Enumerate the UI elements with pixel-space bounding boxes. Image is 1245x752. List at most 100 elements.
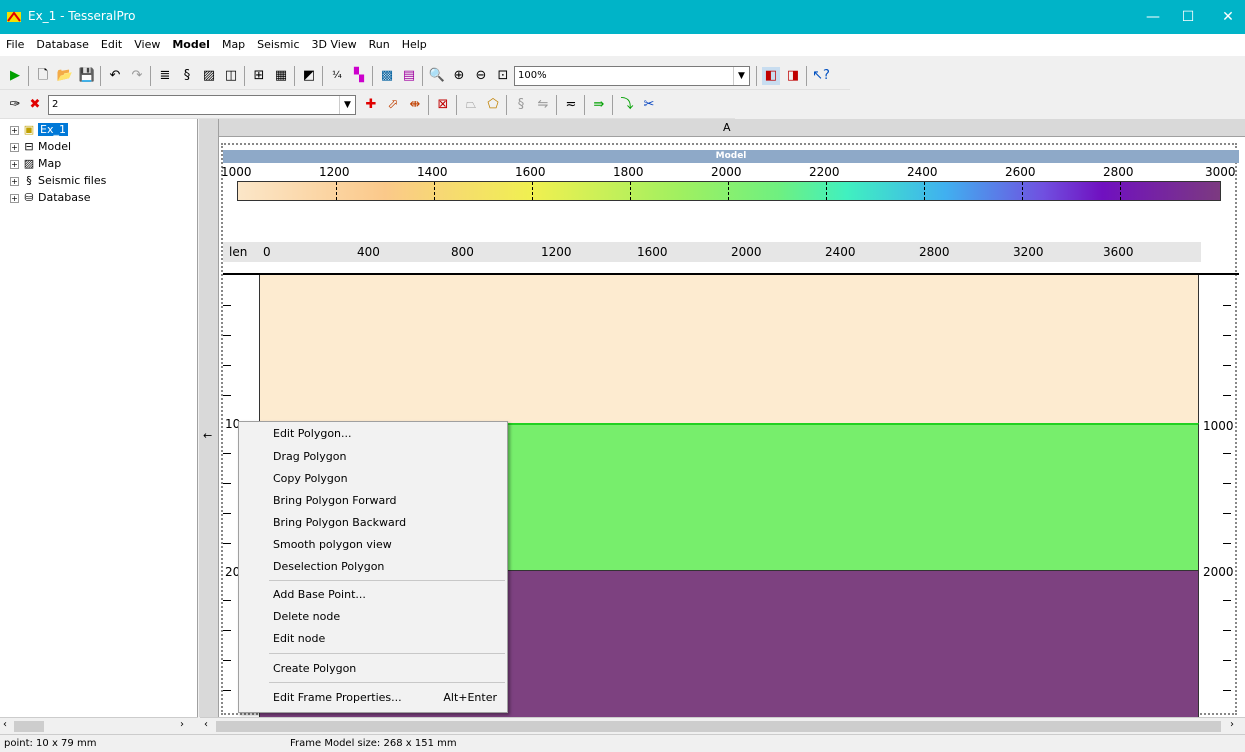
move-node-icon[interactable]: ⬀: [384, 96, 402, 114]
len-tick: 2400: [825, 245, 856, 259]
scale-tick: 2200: [809, 165, 840, 179]
menu-item-delete-node[interactable]: Delete node: [273, 606, 503, 628]
menu-map[interactable]: Map: [216, 34, 251, 56]
delete-node-icon[interactable]: ⊠: [434, 96, 452, 114]
workspace-horizontal-scrollbar[interactable]: ‹ ›: [200, 717, 1245, 734]
menu-help[interactable]: Help: [396, 34, 433, 56]
menu-item-smooth-view[interactable]: Smooth polygon view: [273, 534, 503, 556]
expand-icon[interactable]: +: [10, 125, 19, 135]
menu-item-edit-polygon[interactable]: Edit Polygon...: [273, 423, 503, 445]
menu-3d-view[interactable]: 3D View: [306, 34, 363, 56]
menu-view[interactable]: View: [128, 34, 166, 56]
grid-icon[interactable]: ▦: [272, 67, 290, 85]
help-cursor-icon[interactable]: ↖?: [812, 67, 830, 85]
menu-item-drag-polygon[interactable]: Drag Polygon: [273, 446, 503, 468]
frame-icon[interactable]: ⊞: [250, 67, 268, 85]
open-folder-icon[interactable]: 📂: [56, 67, 74, 85]
close-button[interactable]: ✕: [1205, 0, 1245, 34]
tree-item-model[interactable]: + ⊟ Model: [10, 138, 71, 155]
zoom-combo[interactable]: 100% ▼: [514, 66, 750, 86]
cancel-icon[interactable]: ✖: [26, 96, 44, 114]
menu-separator: [269, 682, 505, 683]
ratio-icon[interactable]: ¼: [328, 67, 346, 85]
expand-icon[interactable]: +: [10, 142, 19, 152]
pin-icon[interactable]: ✑: [6, 96, 24, 114]
smooth-icon[interactable]: ≂: [562, 96, 580, 114]
scroll-left-icon[interactable]: ‹: [3, 719, 7, 730]
menu-item-add-base-point[interactable]: Add Base Point...: [273, 584, 503, 606]
arrow-right-icon[interactable]: ⇛: [590, 96, 608, 114]
tree-item-database[interactable]: + ⛁ Database: [10, 189, 91, 206]
tree-horizontal-scrollbar[interactable]: ‹ ›: [0, 717, 198, 734]
chevron-down-icon[interactable]: ▼: [733, 67, 749, 85]
menu-seismic[interactable]: Seismic: [251, 34, 305, 56]
model-icon: ⊟: [24, 140, 34, 153]
wave-icon[interactable]: ▤: [400, 67, 418, 85]
add-node-icon[interactable]: ✚: [362, 96, 380, 114]
scroll-left-icon[interactable]: ‹: [204, 719, 208, 730]
scroll-thumb[interactable]: [216, 721, 1221, 732]
layers-icon[interactable]: ≣: [156, 67, 174, 85]
polygon-edit-icon[interactable]: ⬠: [484, 96, 502, 114]
expand-icon[interactable]: +: [10, 176, 19, 186]
column-label[interactable]: A: [723, 121, 731, 134]
zoom-icon[interactable]: 🔍: [428, 67, 446, 85]
menu-item-bring-backward[interactable]: Bring Polygon Backward: [273, 512, 503, 534]
map-icon: ▨: [23, 157, 35, 170]
run-icon[interactable]: ▶: [6, 67, 24, 85]
scale-tick: 2600: [1005, 165, 1036, 179]
merge-icon[interactable]: ⇋: [534, 96, 552, 114]
menu-item-copy-polygon[interactable]: Copy Polygon: [273, 468, 503, 490]
main-toolbar: ▶ 🗋 📂 💾 ↶ ↷ ≣ § ▨ ◫ ⊞ ▦ ◩ ¼ ▚ ▩ ▤ 🔍 ⊕ ⊖ …: [0, 62, 850, 90]
layer-combo[interactable]: 2 ▼: [48, 95, 356, 115]
app-icon: [7, 11, 21, 22]
menu-item-edit-frame-properties[interactable]: Edit Frame Properties... Alt+Enter: [273, 687, 503, 709]
save-icon[interactable]: 💾: [78, 67, 96, 85]
new-file-icon[interactable]: 🗋: [34, 67, 52, 85]
expand-icon[interactable]: +: [10, 193, 19, 203]
cube-icon[interactable]: ◫: [222, 67, 240, 85]
cut-line-icon[interactable]: ✂: [640, 96, 658, 114]
layer-polygon-1[interactable]: [259, 275, 1199, 423]
scroll-right-icon[interactable]: ›: [1230, 719, 1234, 730]
zoom-out-icon[interactable]: ⊖: [472, 67, 490, 85]
tree-item-map[interactable]: + ▨ Map: [10, 155, 61, 172]
status-frame-size: Frame Model size: 268 x 151 mm: [290, 738, 457, 749]
header-corner[interactable]: [199, 119, 219, 137]
menu-item-create-polygon[interactable]: Create Polygon: [273, 658, 503, 680]
menu-database[interactable]: Database: [30, 34, 95, 56]
zoom-fit-icon[interactable]: ⊡: [494, 67, 512, 85]
texture-icon[interactable]: ▩: [378, 67, 396, 85]
polygon-icon[interactable]: ⏢: [462, 96, 480, 114]
insert-node-icon[interactable]: ⇼: [406, 96, 424, 114]
menu-item-deselection[interactable]: Deselection Polygon: [273, 556, 503, 578]
split-down-icon[interactable]: ⤵: [618, 96, 636, 114]
len-tick: 400: [357, 245, 380, 259]
link-icon[interactable]: §: [512, 96, 530, 114]
undo-icon[interactable]: ↶: [106, 67, 124, 85]
expand-icon[interactable]: +: [10, 159, 19, 169]
map-tool-icon[interactable]: ▨: [200, 67, 218, 85]
tree-item-ex1[interactable]: + ▣ Ex_1: [10, 121, 68, 138]
zoom-in-icon[interactable]: ⊕: [450, 67, 468, 85]
chevron-down-icon[interactable]: ▼: [339, 96, 355, 114]
menu-file[interactable]: File: [0, 34, 30, 56]
menu-item-edit-node[interactable]: Edit node: [273, 628, 503, 650]
seismic-tool-icon[interactable]: §: [178, 67, 196, 85]
scroll-thumb[interactable]: [14, 721, 44, 732]
scroll-right-icon[interactable]: ›: [180, 719, 184, 730]
database-icon: ⛁: [24, 191, 34, 204]
split-view-icon[interactable]: ◧: [762, 67, 780, 85]
scale-tick: 3000: [1205, 165, 1236, 179]
single-view-icon[interactable]: ◨: [784, 67, 802, 85]
palette-icon[interactable]: ▚: [350, 67, 368, 85]
len-tick: 0: [263, 245, 271, 259]
tree-item-seismic-files[interactable]: + § Seismic files: [10, 172, 106, 189]
chart-icon[interactable]: ◩: [300, 67, 318, 85]
tree-item-label: Map: [38, 157, 62, 170]
redo-icon[interactable]: ↷: [128, 67, 146, 85]
menu-model[interactable]: Model: [166, 34, 216, 56]
menu-run[interactable]: Run: [363, 34, 396, 56]
menu-edit[interactable]: Edit: [95, 34, 128, 56]
menu-item-bring-forward[interactable]: Bring Polygon Forward: [273, 490, 503, 512]
